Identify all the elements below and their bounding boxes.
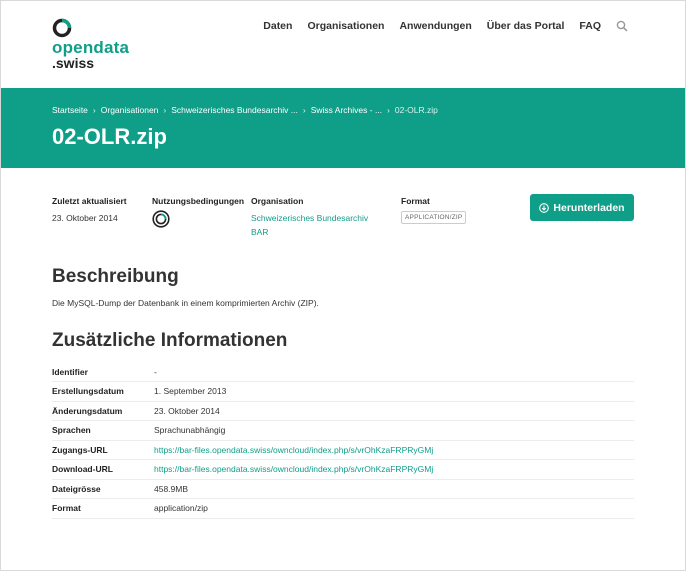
table-row: Format application/zip xyxy=(52,498,634,519)
nav-faq[interactable]: FAQ xyxy=(579,20,601,32)
breadcrumb-separator: › xyxy=(92,105,96,115)
breadcrumb-current: 02-OLR.zip xyxy=(394,105,438,115)
opendata-logo-icon xyxy=(52,18,72,38)
row-value: - xyxy=(154,362,634,382)
nav-anwendungen[interactable]: Anwendungen xyxy=(399,20,471,32)
table-row: Erstellungsdatum 1. September 2013 xyxy=(52,381,634,402)
license-icon[interactable] xyxy=(152,210,170,228)
breadcrumb-separator: › xyxy=(387,105,390,115)
breadcrumb-organisation[interactable]: Schweizerisches Bundesarchiv ... xyxy=(171,105,298,115)
row-key: Identifier xyxy=(52,362,154,382)
breadcrumb-separator: › xyxy=(302,105,306,115)
meta-terms: Nutzungsbedingungen xyxy=(152,196,244,233)
additional-info-table: Identifier - Erstellungsdatum 1. Septemb… xyxy=(52,362,634,519)
breadcrumb-dataset[interactable]: Swiss Archives - ... xyxy=(311,105,382,115)
breadcrumb-startseite[interactable]: Startseite xyxy=(52,105,88,115)
terms-label: Nutzungsbedingungen xyxy=(152,196,245,206)
updated-label: Zuletzt aktualisiert xyxy=(52,196,127,206)
table-row: Dateigrösse 458.9MB xyxy=(52,479,634,499)
download-button[interactable]: Herunterladen xyxy=(530,194,634,221)
organisation-label: Organisation xyxy=(251,196,304,206)
download-icon xyxy=(539,202,550,213)
row-key: Download-URL xyxy=(52,459,154,480)
row-value: application/zip xyxy=(154,498,634,519)
download-url-link[interactable]: https://bar-files.opendata.swiss/ownclou… xyxy=(154,459,634,480)
table-row: Änderungsdatum 23. Oktober 2014 xyxy=(52,401,634,421)
organisation-link[interactable]: Schweizerisches Bundesarchiv BAR xyxy=(251,211,368,239)
format-badge: APPLICATION/ZIP xyxy=(401,211,467,224)
row-value: 1. September 2013 xyxy=(154,381,634,402)
description-text: Die MySQL-Dump der Datenbank in einem ko… xyxy=(52,298,319,308)
organisation-abbr[interactable]: BAR xyxy=(251,225,368,239)
table-row: Identifier - xyxy=(52,362,634,382)
breadcrumb-organisationen[interactable]: Organisationen xyxy=(101,105,159,115)
breadcrumb: Startseite › Organisationen › Schweizeri… xyxy=(52,105,438,115)
breadcrumb-separator: › xyxy=(163,105,167,115)
access-url-link[interactable]: https://bar-files.opendata.swiss/ownclou… xyxy=(154,440,634,460)
row-value: 23. Oktober 2014 xyxy=(154,401,634,421)
title-banner: Startseite › Organisationen › Schweizeri… xyxy=(1,88,685,168)
row-key: Sprachen xyxy=(52,420,154,441)
main-nav: Daten Organisationen Anwendungen Über da… xyxy=(263,20,628,32)
meta-updated: Zuletzt aktualisiert 23. Oktober 2014 xyxy=(52,196,127,225)
additional-info-heading: Zusätzliche Informationen xyxy=(52,330,288,351)
row-key: Änderungsdatum xyxy=(52,401,154,421)
row-key: Format xyxy=(52,498,154,519)
page-title: 02-OLR.zip xyxy=(52,124,167,149)
search-icon[interactable] xyxy=(616,20,628,32)
table-row: Zugangs-URL https://bar-files.opendata.s… xyxy=(52,440,634,460)
nav-ueber-das-portal[interactable]: Über das Portal xyxy=(487,20,565,32)
row-key: Erstellungsdatum xyxy=(52,381,154,402)
nav-organisationen[interactable]: Organisationen xyxy=(307,20,384,32)
logo-text-swiss: .swiss xyxy=(52,55,95,71)
row-key: Dateigrösse xyxy=(52,479,154,499)
table-row: Download-URL https://bar-files.opendata.… xyxy=(52,459,634,480)
table-row: Sprachen Sprachunabhängig xyxy=(52,420,634,441)
format-label: Format xyxy=(401,196,430,206)
meta-organisation: Organisation Schweizerisches Bundesarchi… xyxy=(251,196,368,239)
updated-value: 23. Oktober 2014 xyxy=(52,213,118,223)
meta-format: Format APPLICATION/ZIP xyxy=(401,196,467,224)
nav-daten[interactable]: Daten xyxy=(263,20,292,32)
row-key: Zugangs-URL xyxy=(52,440,154,460)
organisation-name[interactable]: Schweizerisches Bundesarchiv xyxy=(251,211,368,225)
row-value: 458.9MB xyxy=(154,479,634,499)
description-heading: Beschreibung xyxy=(52,266,179,287)
download-label: Herunterladen xyxy=(553,201,625,214)
row-value: Sprachunabhängig xyxy=(154,420,634,441)
